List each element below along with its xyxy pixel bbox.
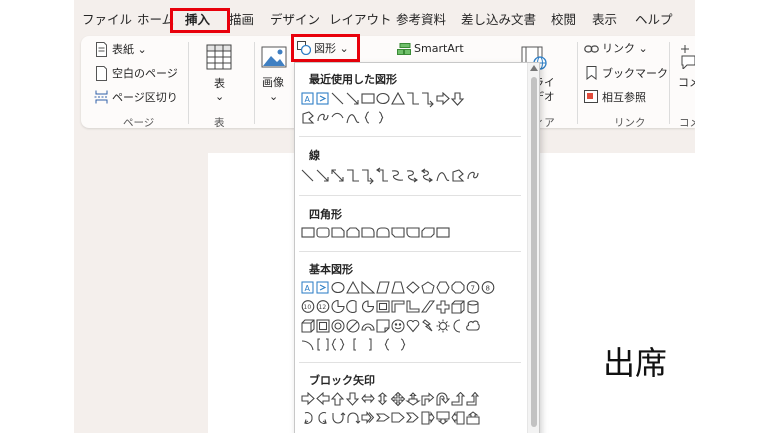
group-separator: [254, 42, 255, 124]
right-brace-icon: [378, 111, 384, 124]
triangle-icon: [391, 92, 405, 105]
table-icon[interactable]: [206, 44, 232, 70]
svg-text:A: A: [305, 95, 311, 104]
comment-icon[interactable]: [679, 45, 695, 69]
svg-text:A: A: [305, 284, 311, 293]
basic-shapes-grid[interactable]: A 7 8 10 12: [301, 281, 525, 357]
chevron-down-icon: ⌄: [638, 42, 648, 55]
tab-help[interactable]: ヘルプ: [635, 12, 673, 28]
chevron-down-icon: ⌄: [215, 90, 225, 103]
insert-tab-highlight: [170, 8, 230, 33]
section-title-rectangles: 四角形: [309, 208, 342, 221]
svg-text:12: 12: [319, 304, 327, 311]
smartart-icon: [397, 43, 411, 55]
document-text[interactable]: 出席: [603, 338, 667, 384]
tab-layout[interactable]: レイアウト: [329, 12, 392, 28]
arc-icon: [331, 112, 344, 119]
link-button[interactable]: リンク ⌄: [602, 42, 648, 56]
comment-button[interactable]: コメ: [678, 76, 695, 90]
scroll-thumb[interactable]: [531, 77, 537, 427]
word-window: ファイル ホーム 挿入 描画 デザイン レイアウト 参考資料 差し込み文書 校閲…: [74, 0, 695, 433]
group-label-tables: 表: [214, 117, 225, 129]
blank-page-button[interactable]: 空白のページ: [112, 67, 178, 81]
dropdown-scrollbar[interactable]: [527, 63, 539, 433]
recent-shapes-grid[interactable]: A: [301, 92, 521, 130]
section-separator: [299, 195, 521, 196]
link-icon: [584, 45, 599, 53]
text-box-icon: A: [301, 92, 314, 105]
group-separator: [577, 42, 578, 124]
arrow-line-icon: [346, 92, 359, 105]
svg-text:10: 10: [304, 304, 312, 311]
lines-shapes-grid[interactable]: [301, 167, 521, 185]
rectangle-icon: [361, 93, 375, 104]
scroll-up-icon[interactable]: [530, 65, 538, 71]
section-title-recent: 最近使用した図形: [309, 73, 397, 86]
section-separator: [299, 136, 521, 137]
page-break-button[interactable]: ページ区切り: [112, 91, 178, 105]
tab-draw[interactable]: 描画: [229, 12, 254, 28]
tab-design[interactable]: デザイン: [270, 12, 320, 28]
freeform-icon: [302, 111, 315, 124]
bookmark-button[interactable]: ブックマーク: [602, 67, 668, 81]
group-label-pages: ページ: [123, 117, 155, 129]
page-break-icon: [94, 90, 109, 104]
tab-file[interactable]: ファイル: [82, 12, 132, 28]
cross-reference-icon: [584, 90, 598, 103]
section-title-lines: 線: [309, 149, 320, 162]
bookmark-icon: [586, 66, 597, 80]
section-separator: [299, 362, 521, 363]
cover-page-icon: [96, 42, 107, 57]
group-label-comments: コメ: [679, 117, 695, 129]
tab-references[interactable]: 参考資料: [396, 12, 446, 28]
down-arrow-icon: [450, 92, 465, 106]
blank-page-icon: [96, 66, 107, 81]
tab-home[interactable]: ホーム: [137, 12, 174, 28]
smartart-button[interactable]: SmartArt: [414, 42, 464, 56]
chevron-down-icon: ⌄: [269, 90, 279, 103]
rectangles-shapes-grid[interactable]: [301, 225, 521, 241]
table-button[interactable]: 表: [214, 77, 225, 91]
section-title-basic-shapes: 基本図形: [309, 263, 353, 276]
ribbon-tabs: ファイル ホーム 挿入 描画 デザイン レイアウト 参考資料 差し込み文書 校閲…: [74, 0, 695, 36]
tab-mailings[interactable]: 差し込み文書: [461, 12, 536, 28]
svg-text:8: 8: [486, 285, 490, 293]
scribble-icon: [317, 113, 329, 122]
oval-icon: [376, 92, 390, 105]
section-title-block-arrows: ブロック矢印: [309, 374, 375, 387]
shapes-button-highlight: [291, 34, 360, 62]
left-brace-icon: [364, 111, 370, 124]
group-separator: [188, 42, 189, 124]
picture-icon[interactable]: [261, 46, 287, 68]
line-icon: [331, 92, 344, 105]
cross-reference-button[interactable]: 相互参照: [602, 91, 646, 105]
chevron-down-icon: ⌄: [137, 43, 147, 56]
right-arrow-icon: [436, 92, 450, 106]
elbow-arrow-icon: [422, 92, 434, 108]
picture-button[interactable]: 画像: [262, 76, 284, 90]
shapes-dropdown: 最近使用した図形 A 線 四角形 基本図形 A 7 8 10 12 ブロック矢印: [294, 62, 540, 433]
block-arrows-grid[interactable]: [301, 392, 525, 433]
vertical-text-box-icon: [316, 92, 329, 105]
tab-view[interactable]: 表示: [592, 12, 617, 28]
cover-page-button[interactable]: 表紙 ⌄: [112, 43, 147, 57]
elbow-connector-icon: [407, 92, 419, 105]
group-label-links: リンク: [614, 117, 646, 129]
svg-text:7: 7: [471, 285, 475, 293]
curve-icon: [346, 114, 360, 124]
group-separator: [669, 42, 670, 124]
tab-review[interactable]: 校閲: [551, 12, 576, 28]
section-separator: [299, 251, 521, 252]
